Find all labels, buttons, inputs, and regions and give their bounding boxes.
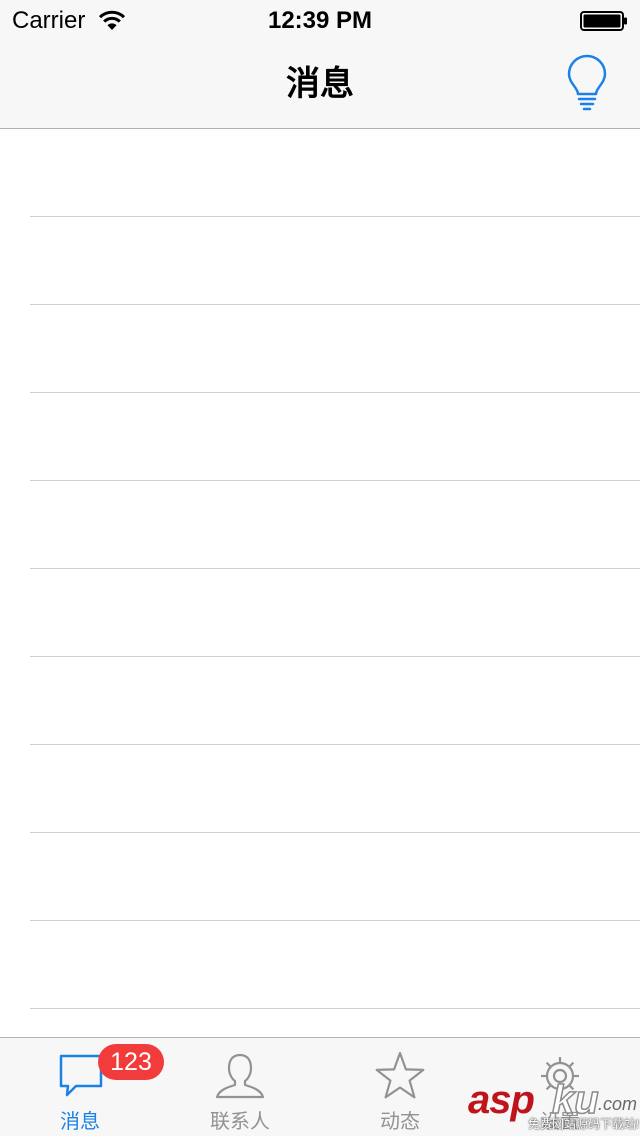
navigation-bar: 消息 xyxy=(0,40,640,129)
lightbulb-icon[interactable] xyxy=(560,52,614,112)
list-item[interactable] xyxy=(30,745,640,833)
list-item[interactable] xyxy=(30,129,640,217)
tab-bar: 123 消息 联系人 动态 设置 xyxy=(0,1037,640,1136)
list-item[interactable] xyxy=(30,833,640,921)
list-item[interactable] xyxy=(30,569,640,657)
page-title: 消息 xyxy=(286,65,354,103)
star-icon xyxy=(375,1051,425,1099)
person-icon xyxy=(215,1053,265,1099)
tab-messages[interactable]: 123 消息 xyxy=(0,1038,164,1136)
status-bar: Carrier 12:39 PM xyxy=(0,0,640,40)
list-item[interactable] xyxy=(30,305,640,393)
list-item[interactable] xyxy=(30,657,640,745)
clock: 12:39 PM xyxy=(267,7,373,34)
list-item[interactable] xyxy=(30,217,640,305)
gear-icon xyxy=(541,1057,579,1095)
message-list[interactable] xyxy=(0,129,640,1037)
list-item[interactable] xyxy=(30,481,640,569)
battery-icon xyxy=(580,11,627,31)
tab-label: 消息 xyxy=(60,1111,100,1133)
unread-badge: 123 xyxy=(98,1044,164,1080)
list-item[interactable] xyxy=(30,921,640,1009)
tab-moments[interactable]: 动态 xyxy=(320,1038,480,1136)
tab-settings[interactable]: 设置 xyxy=(480,1038,640,1136)
tab-label: 联系人 xyxy=(210,1111,270,1133)
tab-label: 动态 xyxy=(380,1111,420,1133)
tab-contacts[interactable]: 联系人 xyxy=(160,1038,320,1136)
list-item[interactable] xyxy=(30,393,640,481)
tab-label: 设置 xyxy=(540,1111,580,1133)
